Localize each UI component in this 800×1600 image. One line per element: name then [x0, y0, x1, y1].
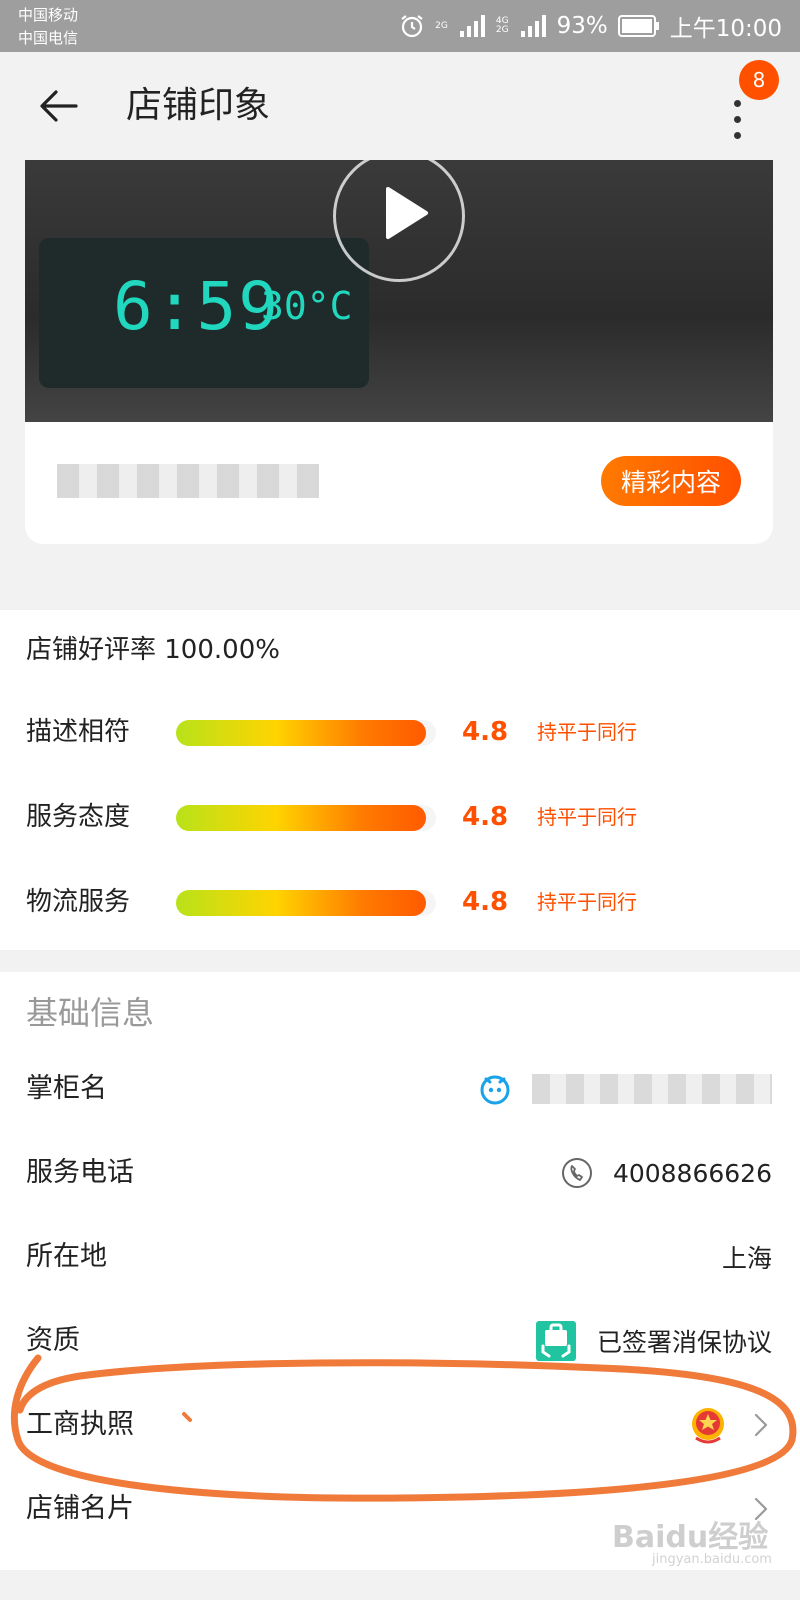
info-row-location: 所在地 上海 [0, 1216, 800, 1300]
chevron-right-icon [754, 1413, 768, 1437]
rating-row-description: 描述相符 4.8 持平于同行 [0, 706, 800, 756]
signal-icon [520, 15, 546, 37]
alarm-icon [401, 15, 423, 38]
info-row-phone[interactable]: 服务电话 4008866626 [0, 1132, 800, 1216]
business-license-emblem-icon [692, 1408, 724, 1444]
rating-label: 物流服务 [26, 887, 131, 917]
info-row-business-license[interactable]: 工商执照 [0, 1384, 800, 1468]
network-type-2-bottom: 2G [495, 25, 509, 35]
notification-badge: 8 [739, 60, 779, 100]
info-value: 4008866626 [561, 1152, 772, 1194]
rating-label: 服务态度 [26, 802, 131, 832]
info-row-qualification[interactable]: 资质 已签署消保协议 [0, 1300, 800, 1384]
arrow-left-icon [40, 90, 78, 122]
rating-score: 4.8 [462, 717, 509, 747]
watermark-url: jingyan.baidu.com [652, 1552, 772, 1567]
info-value [686, 1404, 772, 1446]
rating-bar [176, 890, 436, 916]
status-icons: 2G 4G 2G 93% 上午10:00 [399, 10, 782, 42]
clock-time: 上午10:00 [669, 16, 782, 42]
info-value [478, 1068, 772, 1110]
info-label: 工商执照 [26, 1409, 134, 1440]
info-label: 所在地 [26, 1241, 107, 1272]
watermark-logo: Baidu经验 [612, 1520, 769, 1555]
carrier-1: 中国移动 [18, 6, 79, 24]
phone-icon[interactable] [561, 1157, 593, 1189]
video-player[interactable]: 6:59 30°C [25, 160, 773, 422]
rating-row-logistics: 物流服务 4.8 持平于同行 [0, 876, 800, 926]
info-value: 已签署消保协议 [535, 1320, 772, 1362]
play-icon [386, 187, 428, 239]
info-value: 上海 [722, 1236, 772, 1278]
info-label: 资质 [26, 1325, 80, 1356]
rating-score: 4.8 [462, 802, 509, 832]
video-frame-clock: 6:59 30°C [39, 238, 369, 388]
info-label: 店铺名片 [26, 1493, 134, 1524]
highlight-content-button[interactable]: 精彩内容 [601, 456, 741, 506]
rating-bar [176, 720, 436, 746]
consumer-protection-icon [535, 1321, 576, 1361]
rating-compare: 持平于同行 [537, 890, 637, 914]
video-clock-temp: 30°C [261, 284, 353, 328]
basic-info-section: 基础信息 掌柜名 服务电话 4008866626 所在地 上海 资质 已签署消保… [0, 972, 800, 1570]
qualification-value: 已签署消保协议 [596, 1328, 772, 1357]
phone-number[interactable]: 4008866626 [613, 1159, 772, 1188]
section-title: 基础信息 [26, 994, 155, 1032]
rating-compare: 持平于同行 [537, 720, 637, 744]
play-button[interactable] [333, 160, 465, 282]
location-value: 上海 [721, 1244, 772, 1273]
info-label: 掌柜名 [26, 1073, 107, 1104]
rating-bar-fill [176, 720, 426, 746]
status-bar: 中国移动 中国电信 2G 4G 2G 93% 上午10:00 [0, 0, 800, 52]
rating-score: 4.8 [462, 887, 509, 917]
page-title: 店铺印象 [126, 85, 271, 126]
back-button[interactable] [36, 82, 84, 130]
wangwang-chat-icon[interactable] [478, 1072, 512, 1106]
network-type-1: 2G [435, 20, 448, 31]
rating-row-service: 服务态度 4.8 持平于同行 [0, 791, 800, 841]
signal-icon [459, 15, 485, 37]
rating-section: 店铺好评率 100.00% 描述相符 4.8 持平于同行 服务态度 4.8 持平… [0, 610, 800, 950]
shop-name-blurred [57, 464, 319, 498]
carrier-2: 中国电信 [18, 29, 79, 47]
app-bar: 店铺印象 [0, 52, 800, 160]
rating-bar [176, 805, 436, 831]
video-clock-time: 6:59 [113, 268, 280, 345]
info-label: 服务电话 [26, 1157, 134, 1188]
network-type-2: 4G 2G [496, 17, 509, 35]
info-row-shopkeeper[interactable]: 掌柜名 [0, 1048, 800, 1132]
battery-icon [617, 15, 659, 37]
battery-percent: 93% [556, 13, 608, 39]
rating-compare: 持平于同行 [537, 805, 637, 829]
rating-label: 描述相符 [26, 717, 131, 747]
video-card: 6:59 30°C 精彩内容 [25, 160, 773, 544]
positive-rate: 店铺好评率 100.00% [26, 635, 280, 665]
rating-bar-fill [176, 805, 426, 831]
more-button[interactable] [728, 94, 748, 144]
shopkeeper-name-blurred [532, 1074, 772, 1104]
rating-bar-fill [176, 890, 426, 916]
